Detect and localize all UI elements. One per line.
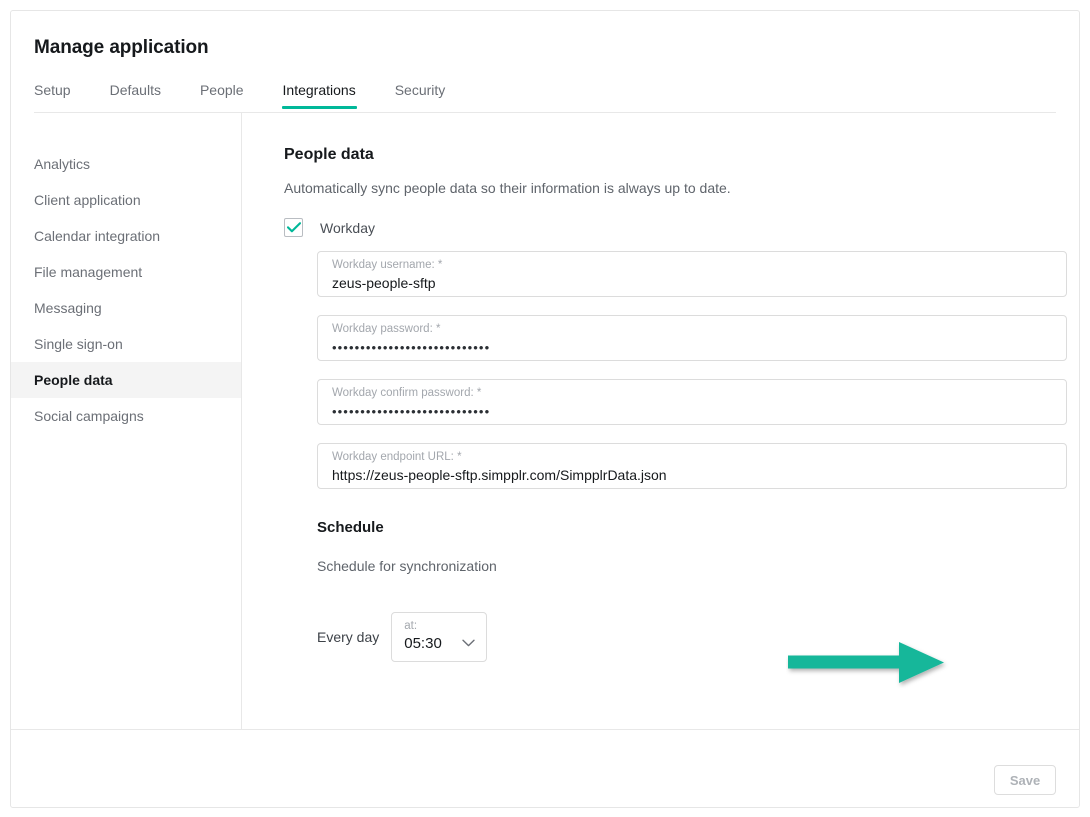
workday-checkbox[interactable] [284, 218, 303, 237]
section-description: Automatically sync people data so their … [284, 180, 1056, 196]
schedule-title: Schedule [317, 519, 1056, 536]
save-button[interactable]: Save [994, 765, 1056, 795]
tab-bar: Setup Defaults People Integrations Secur… [34, 79, 1056, 113]
workday-confirm-password-field[interactable]: Workday confirm password: * ••••••••••••… [317, 379, 1067, 425]
page-title: Manage application [34, 37, 209, 59]
tab-integrations[interactable]: Integrations [283, 79, 356, 109]
tab-setup[interactable]: Setup [34, 79, 71, 109]
sidebar-item-single-sign-on[interactable]: Single sign-on [11, 326, 241, 362]
people-data-panel: People data Automatically sync people da… [242, 113, 1079, 729]
workday-username-value: zeus-people-sftp [332, 273, 1052, 293]
body-region: Analytics Client application Calendar in… [11, 113, 1079, 729]
workday-checkbox-row: Workday [284, 218, 1056, 237]
workday-username-field[interactable]: Workday username: * zeus-people-sftp [317, 251, 1067, 297]
tab-security[interactable]: Security [395, 79, 446, 109]
workday-password-label: Workday password: * [332, 322, 1052, 336]
sidebar-item-social-campaigns[interactable]: Social campaigns [11, 398, 241, 434]
section-title: People data [284, 146, 1056, 164]
checkmark-icon [287, 222, 301, 233]
sidebar-item-analytics[interactable]: Analytics [11, 146, 241, 182]
schedule-time-select[interactable]: at: 05:30 [391, 612, 487, 662]
workday-confirm-password-value: •••••••••••••••••••••••••••• [332, 401, 1052, 422]
workday-endpoint-url-label: Workday endpoint URL: * [332, 450, 1052, 464]
workday-confirm-password-label: Workday confirm password: * [332, 386, 1052, 400]
sidebar-item-calendar-integration[interactable]: Calendar integration [11, 218, 241, 254]
manage-application-screen: Manage application Setup Defaults People… [0, 0, 1090, 817]
schedule-description: Schedule for synchronization [317, 558, 1056, 574]
tab-people[interactable]: People [200, 79, 244, 109]
workday-endpoint-url-value: https://zeus-people-sftp.simpplr.com/Sim… [332, 465, 1052, 485]
tab-defaults[interactable]: Defaults [110, 79, 161, 109]
workday-username-label: Workday username: * [332, 258, 1052, 272]
chevron-down-icon [462, 634, 475, 652]
workday-fields: Workday username: * zeus-people-sftp Wor… [317, 251, 1067, 489]
schedule-frequency-label: Every day [317, 629, 379, 645]
sidebar-item-people-data[interactable]: People data [11, 362, 241, 398]
sidebar-item-messaging[interactable]: Messaging [11, 290, 241, 326]
sidebar-item-file-management[interactable]: File management [11, 254, 241, 290]
sidebar-item-client-application[interactable]: Client application [11, 182, 241, 218]
schedule-row: Every day at: 05:30 Run now [317, 612, 1056, 662]
settings-sidebar: Analytics Client application Calendar in… [11, 113, 241, 729]
workday-password-field[interactable]: Workday password: * ••••••••••••••••••••… [317, 315, 1067, 361]
workday-endpoint-url-field[interactable]: Workday endpoint URL: * https://zeus-peo… [317, 443, 1067, 489]
footer-bar: Save [11, 730, 1079, 807]
manage-application-card: Manage application Setup Defaults People… [10, 10, 1080, 808]
schedule-time-label: at: [404, 619, 474, 633]
workday-password-value: •••••••••••••••••••••••••••• [332, 337, 1052, 358]
workday-checkbox-label: Workday [320, 220, 375, 236]
